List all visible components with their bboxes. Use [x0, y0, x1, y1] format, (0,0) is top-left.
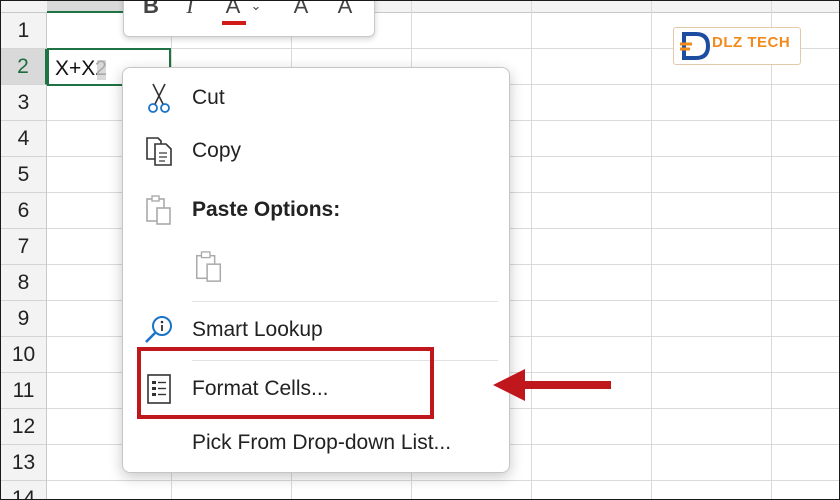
- smart-lookup-label: Smart Lookup: [192, 318, 323, 341]
- dlz-tech-logo: DLZ TECH: [673, 27, 801, 65]
- row-header[interactable]: 3: [1, 85, 47, 121]
- bold-button[interactable]: B: [140, 1, 162, 20]
- grow-font-button[interactable]: A: [288, 1, 314, 20]
- row-header[interactable]: 5: [1, 157, 47, 193]
- menu-item-pick-from-list[interactable]: Pick From Drop-down List...: [123, 418, 509, 468]
- format-cells-highlight-box: [137, 347, 434, 419]
- chevron-down-icon[interactable]: ⌄: [248, 1, 264, 20]
- paste-options-header: Paste Options:: [123, 185, 509, 235]
- row-header[interactable]: 7: [1, 229, 47, 265]
- copy-label: Copy: [192, 139, 242, 162]
- menu-separator: [192, 301, 498, 302]
- column-gridline: [531, 1, 532, 499]
- font-color-swatch: [222, 21, 246, 25]
- font-color-button[interactable]: A: [220, 0, 246, 20]
- shrink-font-button[interactable]: A: [332, 1, 358, 20]
- menu-item-copy[interactable]: Copy: [123, 126, 509, 176]
- paste-options-label: Paste Options:: [192, 198, 341, 221]
- italic-button[interactable]: I: [180, 1, 200, 20]
- menu-item-cut[interactable]: Cut: [123, 73, 509, 123]
- row-header[interactable]: 2: [1, 49, 47, 85]
- row-header[interactable]: 14: [1, 481, 47, 499]
- row-header[interactable]: 9: [1, 301, 47, 337]
- row-gridline: [47, 480, 839, 481]
- copy-icon: [143, 135, 175, 167]
- font-color-label: A: [225, 0, 241, 18]
- row-header[interactable]: 10: [1, 337, 47, 373]
- row-header[interactable]: 13: [1, 445, 47, 481]
- logo-brand-text: DLZ TECH: [712, 34, 791, 51]
- text-cursor: [97, 60, 106, 80]
- row-header[interactable]: 8: [1, 265, 47, 301]
- spreadsheet-window: 1 2 3 4 5 6 7 8 9 10 11 12 13 14 X+X2 B I A ⌄ A A DLZ…: [0, 0, 840, 500]
- column-gridline: [651, 1, 652, 499]
- scissors-icon: [143, 82, 175, 114]
- smart-lookup-icon: [143, 314, 175, 346]
- row-header[interactable]: 1: [1, 13, 47, 49]
- row-header[interactable]: 12: [1, 409, 47, 445]
- pick-list-label: Pick From Drop-down List...: [192, 431, 452, 454]
- red-arrow-icon: [493, 369, 611, 401]
- paste-default-button[interactable]: [123, 242, 509, 292]
- mini-format-toolbar: B I A ⌄ A A: [123, 0, 375, 37]
- row-header[interactable]: 6: [1, 193, 47, 229]
- logo-mark-icon: [680, 32, 711, 60]
- row-header[interactable]: 11: [1, 373, 47, 409]
- row-header[interactable]: 4: [1, 121, 47, 157]
- paste-clipboard-icon: [193, 251, 225, 283]
- column-gridline: [771, 1, 772, 499]
- paste-icon: [143, 194, 175, 226]
- cut-label: Cut: [192, 86, 225, 109]
